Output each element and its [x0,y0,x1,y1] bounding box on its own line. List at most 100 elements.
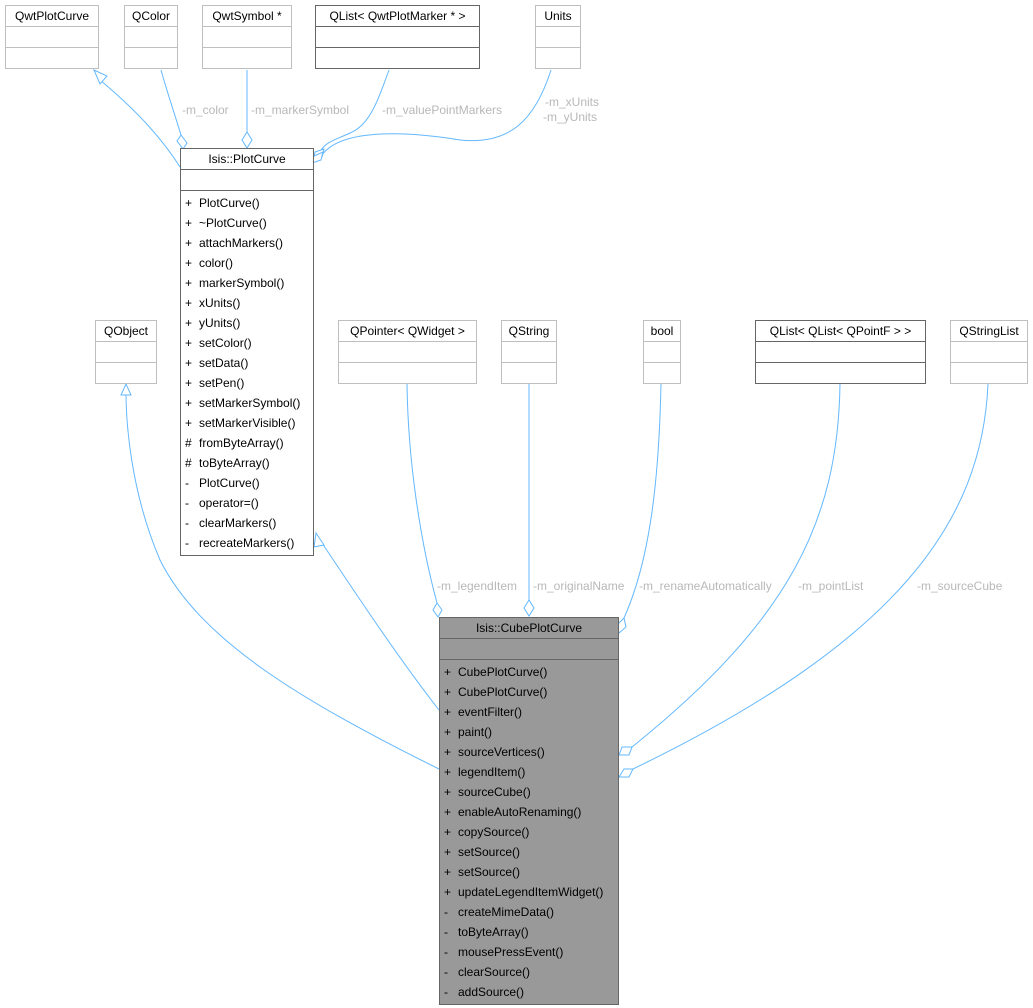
visibility: + [444,745,452,759]
operation[interactable]: - createMimeData() [444,902,618,922]
operation[interactable]: - clearSource() [444,962,618,982]
operation[interactable]: + paint() [444,722,618,742]
operation[interactable]: + setSource() [444,842,618,862]
class-attributes [203,27,291,48]
operation[interactable]: + sourceVertices() [444,742,618,762]
visibility: + [185,216,193,230]
visibility: + [185,376,193,390]
class-operations [96,363,156,383]
visibility: + [444,705,452,719]
visibility: - [185,496,189,510]
edge-label-m-legendItem: -m_legendItem [437,579,518,593]
visibility: + [185,316,193,330]
operation[interactable]: + eventFilter() [444,702,618,722]
operation[interactable]: + markerSymbol() [185,273,313,293]
class-title: Units [536,6,580,27]
class-qpointer-qwidget[interactable]: QPointer< QWidget > [338,320,477,384]
edge-label-m-valuePointMarkers: -m_valuePointMarkers [382,103,503,117]
operation[interactable]: + CubePlotCurve() [444,662,618,682]
operation-name: setSource() [458,845,521,859]
operation-name: CubePlotCurve() [458,685,548,699]
aggregation-diamond [432,602,443,618]
edge-label-m-color: -m_color [182,103,229,117]
operation-name: copySource() [458,825,530,839]
operation[interactable]: + setSource() [444,862,618,882]
inherit-arrowhead [313,531,325,548]
edge-m-color [160,69,182,136]
operation[interactable]: + enableAutoRenaming() [444,802,618,822]
class-isis-cubeplotcurve[interactable]: Isis::CubePlotCurve + CubePlotCurve() + Cu… [439,617,619,1005]
operation[interactable]: + CubePlotCurve() [444,682,618,702]
class-attributes [6,27,98,48]
visibility: - [185,536,189,550]
class-qcolor[interactable]: QColor [124,5,178,69]
visibility: + [444,765,452,779]
class-attributes [756,342,925,363]
operation[interactable]: - clearMarkers() [185,513,313,533]
operation[interactable]: - PlotCurve() [185,473,313,493]
operation[interactable]: # fromByteArray() [185,433,313,453]
operation[interactable]: - recreateMarkers() [185,533,313,553]
class-operations: + CubePlotCurve() + CubePlotCurve() + event… [440,660,618,1004]
edge-label-m-markerSymbol: -m_markerSymbol [251,103,350,117]
operation[interactable]: + xUnits() [185,293,313,313]
operation[interactable]: + color() [185,253,313,273]
operation[interactable]: + setMarkerVisible() [185,413,313,433]
visibility: + [444,845,452,859]
edge-label-m-pointList: -m_pointList [798,579,864,593]
class-attributes [536,27,580,48]
visibility: - [444,905,448,919]
operation[interactable]: # toByteArray() [185,453,313,473]
class-qlist-qwtplotmarker[interactable]: QList< QwtPlotMarker * > [315,5,480,69]
operation[interactable]: - operator=() [185,493,313,513]
visibility: - [444,925,448,939]
operation[interactable]: + attachMarkers() [185,233,313,253]
visibility: + [185,416,193,430]
class-units[interactable]: Units [535,5,581,69]
operation[interactable]: - addSource() [444,982,618,1002]
operation[interactable]: + setMarkerSymbol() [185,393,313,413]
class-isis-plotcurve[interactable]: Isis::PlotCurve + PlotCurve() + ~PlotCurve… [180,148,314,556]
operation[interactable]: - mousePressEvent() [444,942,618,962]
edge-label-m-originalName: -m_originalName [533,579,625,593]
class-qstring[interactable]: QString [501,320,557,384]
inherit-arrowhead [93,69,108,85]
operation[interactable]: + setPen() [185,373,313,393]
operation[interactable]: + PlotCurve() [185,193,313,213]
class-operations [339,363,476,383]
visibility: + [185,296,193,310]
class-bool[interactable]: bool [643,320,681,384]
operation[interactable]: + setData() [185,353,313,373]
visibility: # [185,436,192,450]
edge-inherit-plotcurve [321,542,440,711]
visibility: # [185,456,192,470]
operation[interactable]: + legendItem() [444,762,618,782]
operation[interactable]: + copySource() [444,822,618,842]
class-qobject[interactable]: QObject [95,320,157,384]
class-attributes [440,639,618,660]
operation-name: legendItem() [458,765,526,779]
operation[interactable]: + yUnits() [185,313,313,333]
class-operations [316,48,479,68]
operation[interactable]: + setColor() [185,333,313,353]
operation[interactable]: + sourceCube() [444,782,618,802]
class-title: QStringList [951,321,1027,342]
operation-name: color() [199,256,234,270]
operation[interactable]: + ~PlotCurve() [185,213,313,233]
operation-name: clearMarkers() [199,516,277,530]
operation-name: xUnits() [199,296,241,310]
class-qstringlist[interactable]: QStringList [950,320,1028,384]
class-title: QColor [125,6,177,27]
class-qwtplotcurve[interactable]: QwtPlotCurve [5,5,99,69]
class-qlist-qlist-qpointf[interactable]: QList< QList< QPointF > > [755,320,926,384]
operation-name: markerSymbol() [199,276,285,290]
aggregation-diamond [176,134,188,150]
operation[interactable]: + updateLegendItemWidget() [444,882,618,902]
operation-name: CubePlotCurve() [458,665,548,679]
operation-name: clearSource() [458,965,531,979]
operation[interactable]: - toByteArray() [444,922,618,942]
visibility: + [444,685,452,699]
operation-name: yUnits() [199,316,241,330]
class-qwtsymbol[interactable]: QwtSymbol * [202,5,292,69]
visibility: - [185,516,189,530]
